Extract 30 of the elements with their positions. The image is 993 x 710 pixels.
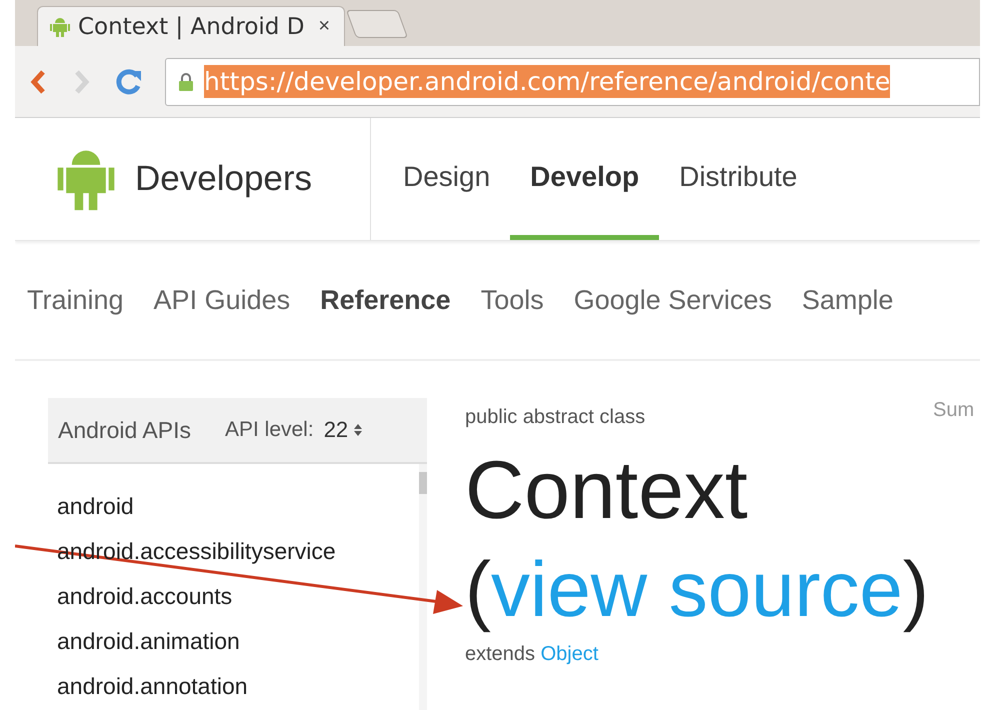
- extends-line: extends Object: [465, 643, 598, 666]
- close-tab-button[interactable]: ×: [318, 15, 330, 38]
- nav-tab[interactable]: Develop: [510, 118, 660, 240]
- new-tab-button[interactable]: [346, 10, 408, 38]
- package-link[interactable]: android: [57, 490, 134, 523]
- up-down-icon: [354, 424, 362, 436]
- nav-tab[interactable]: Design: [383, 118, 510, 240]
- lock-icon: [178, 72, 194, 92]
- api-level-label: API level:: [224, 418, 314, 442]
- site-title[interactable]: Developers: [135, 159, 312, 199]
- tab-title: Context | Android D: [78, 14, 304, 40]
- sidebar-title: Android APIs: [58, 416, 191, 444]
- android-robot-icon: [50, 16, 70, 38]
- subnav-link[interactable]: Sample: [802, 284, 894, 316]
- class-modifiers: public abstract class: [465, 406, 646, 429]
- subnav-link[interactable]: API Guides: [154, 284, 290, 316]
- url-text: https://developer.android.com/reference/android/conte: [204, 65, 890, 98]
- package-link[interactable]: android.accounts: [57, 580, 232, 613]
- class-name: Context: [465, 444, 748, 538]
- package-link[interactable]: android.accessibilityservice: [57, 535, 336, 568]
- source-line: (view source): [465, 544, 929, 635]
- browser-tab[interactable]: Context | Android D ×: [37, 6, 346, 46]
- package-link[interactable]: android.annotation: [57, 670, 248, 703]
- api-level-select[interactable]: 22: [324, 417, 362, 443]
- package-link[interactable]: android.animation: [57, 625, 240, 658]
- nav-tab[interactable]: Distribute: [659, 118, 818, 240]
- subnav-link[interactable]: Tools: [480, 284, 544, 316]
- subnav-link[interactable]: Reference: [320, 284, 451, 316]
- subnav-link[interactable]: Google Services: [574, 284, 772, 316]
- subnav-link[interactable]: Training: [27, 284, 124, 316]
